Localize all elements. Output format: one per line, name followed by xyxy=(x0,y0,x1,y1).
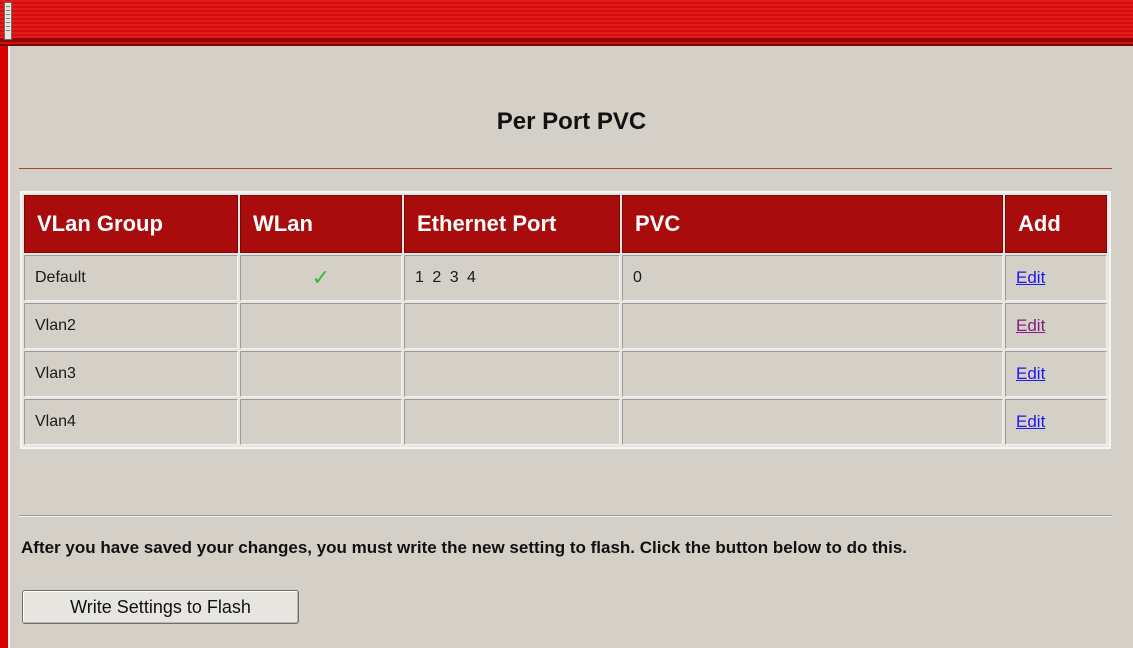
edit-link-vlan3[interactable]: Edit xyxy=(1016,364,1045,383)
flash-instructions: After you have saved your changes, you m… xyxy=(21,538,908,557)
banner-divider xyxy=(0,38,1133,42)
table-header-row: VLan Group WLan Ethernet Port PVC Add xyxy=(24,195,1107,253)
table-row: Vlan3 Edit xyxy=(24,351,1107,397)
table-row: Vlan2 Edit xyxy=(24,303,1107,349)
section-divider xyxy=(19,515,1112,517)
edit-link-vlan2[interactable]: Edit xyxy=(1016,316,1045,335)
ethernet-port-cell: 1 2 3 4 xyxy=(404,255,620,301)
table-row: Vlan4 Edit xyxy=(24,399,1107,445)
wlan-cell xyxy=(240,303,402,349)
port-list: 1 2 3 4 xyxy=(415,269,478,286)
ethernet-port-cell xyxy=(404,303,620,349)
table-row: Default ✓ 1 2 3 4 0 Edit xyxy=(24,255,1107,301)
ethernet-port-cell xyxy=(404,399,620,445)
wlan-cell xyxy=(240,351,402,397)
vlan-table: VLan Group WLan Ethernet Port PVC Add De… xyxy=(20,191,1111,449)
pvc-cell xyxy=(622,351,1003,397)
page-title: Per Port PVC xyxy=(496,108,647,135)
column-header-wlan: WLan xyxy=(240,195,402,253)
pvc-cell xyxy=(622,303,1003,349)
add-cell: Edit xyxy=(1005,351,1107,397)
add-cell: Edit xyxy=(1005,303,1107,349)
pvc-cell xyxy=(622,399,1003,445)
wlan-cell xyxy=(240,399,402,445)
add-cell: Edit xyxy=(1005,399,1107,445)
column-header-pvc: PVC xyxy=(622,195,1003,253)
vlan-group-cell: Vlan2 xyxy=(24,303,238,349)
vlan-group-cell: Default xyxy=(24,255,238,301)
edit-link-vlan4[interactable]: Edit xyxy=(1016,412,1045,431)
ethernet-port-cell xyxy=(404,351,620,397)
checkmark-icon: ✓ xyxy=(311,265,331,290)
title-divider xyxy=(19,168,1112,169)
vlan-group-cell: Vlan4 xyxy=(24,399,238,445)
column-header-ethernet-port: Ethernet Port xyxy=(404,195,620,253)
wlan-cell: ✓ xyxy=(240,255,402,301)
vlan-group-cell: Vlan3 xyxy=(24,351,238,397)
pvc-cell: 0 xyxy=(622,255,1003,301)
write-settings-to-flash-button[interactable]: Write Settings to Flash xyxy=(22,590,299,624)
column-header-add: Add xyxy=(1005,195,1107,253)
add-cell: Edit xyxy=(1005,255,1107,301)
document-icon xyxy=(4,2,12,40)
left-frame-highlight xyxy=(8,46,10,648)
edit-link-default[interactable]: Edit xyxy=(1016,268,1045,287)
column-header-vlan-group: VLan Group xyxy=(24,195,238,253)
